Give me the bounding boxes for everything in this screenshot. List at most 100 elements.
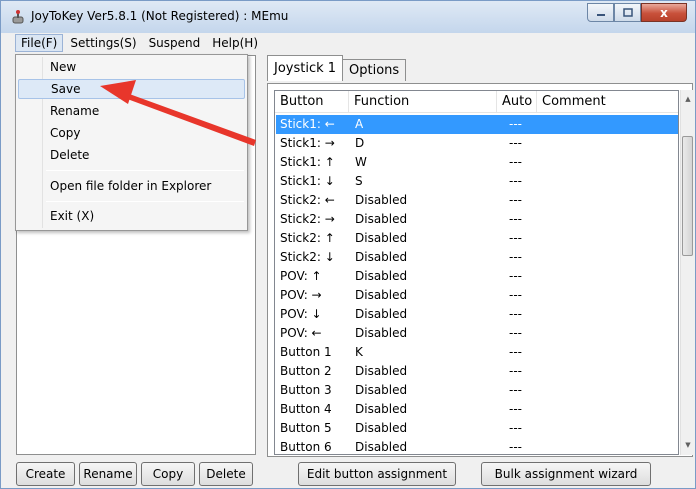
- table-row[interactable]: Stick1: → D ---: [276, 134, 678, 153]
- table-row[interactable]: Button 2 Disabled ---: [276, 362, 678, 381]
- menu-item-save[interactable]: Save: [18, 79, 245, 99]
- scroll-thumb[interactable]: [682, 136, 693, 256]
- cell-auto: ---: [509, 231, 522, 245]
- button-assignment-grid: Button Function Auto Comment Stick1: ← A -…: [274, 90, 679, 455]
- cell-button: Stick2: ←: [280, 193, 335, 207]
- cell-function: Disabled: [355, 288, 408, 302]
- header-function[interactable]: Function: [349, 91, 497, 113]
- table-row[interactable]: POV: ↓ Disabled ---: [276, 305, 678, 324]
- menu-item-new[interactable]: New: [18, 57, 245, 77]
- menu-item-open-folder[interactable]: Open file folder in Explorer: [18, 176, 245, 196]
- cell-button: Stick2: ↑: [280, 231, 335, 245]
- cell-function: Disabled: [355, 212, 408, 226]
- cell-function: Disabled: [355, 307, 408, 321]
- cell-function: Disabled: [355, 402, 408, 416]
- app-window: JoyToKey Ver5.8.1 (Not Registered) : MEm…: [0, 0, 696, 489]
- scroll-down-icon[interactable]: ▼: [681, 438, 695, 452]
- edit-button-assignment-button[interactable]: Edit button assignment: [298, 462, 456, 486]
- cell-auto: ---: [509, 288, 522, 302]
- cell-auto: ---: [509, 326, 522, 340]
- table-row[interactable]: POV: ← Disabled ---: [276, 324, 678, 343]
- minimize-icon: [596, 13, 605, 16]
- table-row[interactable]: Stick1: ↑ W ---: [276, 153, 678, 172]
- cell-function: Disabled: [355, 231, 408, 245]
- cell-auto: ---: [509, 174, 522, 188]
- menu-item-copy[interactable]: Copy: [18, 123, 245, 143]
- table-row[interactable]: Stick2: ← Disabled ---: [276, 191, 678, 210]
- tab-joystick-1[interactable]: Joystick 1: [267, 55, 344, 81]
- cell-button: Button 6: [280, 440, 332, 454]
- cell-button: Stick2: ↓: [280, 250, 335, 264]
- cell-auto: ---: [509, 136, 522, 150]
- cell-function: Disabled: [355, 421, 408, 435]
- table-row[interactable]: Button 6 Disabled ---: [276, 438, 678, 454]
- cell-function: Disabled: [355, 269, 408, 283]
- close-icon: x: [660, 5, 668, 20]
- table-row[interactable]: Button 1 K ---: [276, 343, 678, 362]
- cell-auto: ---: [509, 307, 522, 321]
- copy-button[interactable]: Copy: [141, 462, 195, 486]
- cell-auto: ---: [509, 345, 522, 359]
- cell-auto: ---: [509, 364, 522, 378]
- cell-function: Disabled: [355, 440, 408, 454]
- cell-button: POV: ↑: [280, 269, 322, 283]
- cell-button: POV: ←: [280, 326, 322, 340]
- cell-button: Button 3: [280, 383, 332, 397]
- cell-button: Button 4: [280, 402, 332, 416]
- cell-button: Button 2: [280, 364, 332, 378]
- cell-button: Button 1: [280, 345, 332, 359]
- table-row[interactable]: Stick2: ↓ Disabled ---: [276, 248, 678, 267]
- cell-button: Stick2: →: [280, 212, 335, 226]
- menu-suspend[interactable]: Suspend: [144, 35, 206, 51]
- joystick-app-icon: [12, 10, 24, 24]
- header-auto[interactable]: Auto: [497, 91, 537, 113]
- menu-item-delete[interactable]: Delete: [18, 145, 245, 165]
- cell-auto: ---: [509, 421, 522, 435]
- table-row[interactable]: Stick2: ↑ Disabled ---: [276, 229, 678, 248]
- rename-button[interactable]: Rename: [79, 462, 137, 486]
- cell-button: Stick1: →: [280, 136, 335, 150]
- close-button[interactable]: x: [641, 3, 687, 22]
- table-row[interactable]: POV: ↑ Disabled ---: [276, 267, 678, 286]
- cell-function: S: [355, 174, 363, 188]
- tab-options[interactable]: Options: [342, 59, 407, 81]
- maximize-button[interactable]: [614, 3, 641, 22]
- cell-auto: ---: [509, 402, 522, 416]
- cell-auto: ---: [509, 193, 522, 207]
- grid-scrollbar[interactable]: ▲ ▼: [680, 90, 694, 455]
- scroll-up-icon[interactable]: ▲: [681, 92, 695, 106]
- menu-item-rename[interactable]: Rename: [18, 101, 245, 121]
- minimize-button[interactable]: [587, 3, 614, 22]
- menu-separator: [46, 170, 244, 171]
- header-button[interactable]: Button: [275, 91, 349, 113]
- table-row[interactable]: Button 3 Disabled ---: [276, 381, 678, 400]
- table-row[interactable]: Button 4 Disabled ---: [276, 400, 678, 419]
- delete-button[interactable]: Delete: [199, 462, 253, 486]
- menu-settings[interactable]: Settings(S): [65, 35, 141, 51]
- table-row[interactable]: Button 5 Disabled ---: [276, 419, 678, 438]
- menu-help[interactable]: Help(H): [207, 35, 263, 51]
- title-bar: JoyToKey Ver5.8.1 (Not Registered) : MEm…: [1, 1, 695, 33]
- grid-header: Button Function Auto Comment: [275, 91, 678, 113]
- header-comment[interactable]: Comment: [537, 91, 678, 113]
- cell-auto: ---: [509, 155, 522, 169]
- table-row[interactable]: Stick2: → Disabled ---: [276, 210, 678, 229]
- caption-buttons: x: [587, 3, 687, 22]
- cell-button: POV: ↓: [280, 307, 322, 321]
- bulk-assignment-wizard-button[interactable]: Bulk assignment wizard: [481, 462, 651, 486]
- table-row[interactable]: Stick1: ↓ S ---: [276, 172, 678, 191]
- cell-function: Disabled: [355, 383, 408, 397]
- menu-bar: File(F) Settings(S) Suspend Help(H): [1, 33, 695, 53]
- maximize-icon: [622, 7, 633, 17]
- cell-auto: ---: [509, 269, 522, 283]
- table-row[interactable]: POV: → Disabled ---: [276, 286, 678, 305]
- cell-auto: ---: [509, 212, 522, 226]
- cell-auto: ---: [509, 117, 522, 131]
- create-button[interactable]: Create: [16, 462, 75, 486]
- table-row[interactable]: Stick1: ← A ---: [276, 115, 678, 134]
- cell-button: Stick1: ↓: [280, 174, 335, 188]
- menu-separator: [46, 201, 244, 202]
- cell-function: Disabled: [355, 250, 408, 264]
- menu-item-exit[interactable]: Exit (X): [18, 206, 245, 226]
- menu-file[interactable]: File(F): [15, 34, 64, 52]
